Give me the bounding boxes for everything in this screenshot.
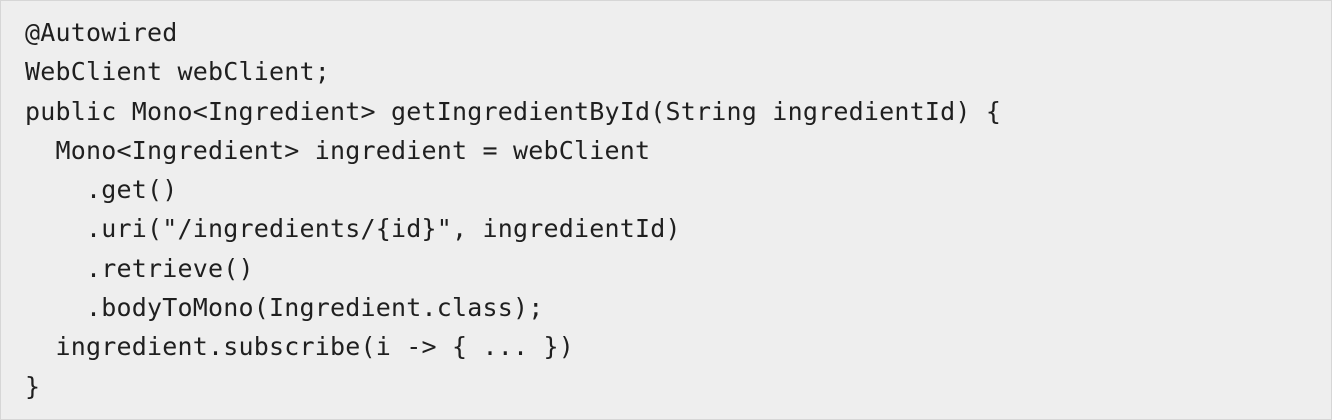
code-line-7: .retrieve() [25,253,254,283]
code-line-2: WebClient webClient; [25,57,331,87]
code-line-6: .uri("/ingredients/{id}", ingredientId) [25,214,681,244]
code-line-3: public Mono<Ingredient> getIngredientByI… [25,96,1002,126]
code-line-1: @Autowired [25,18,178,47]
code-line-5: .get() [25,175,178,205]
code-listing: @Autowired WebClient webClient; public M… [0,0,1332,420]
code-line-4: Mono<Ingredient> ingredient = webClient [25,135,651,165]
code-line-8: .bodyToMono(Ingredient.class); [25,293,544,323]
code-line-10: } [25,371,41,401]
code-line-9: ingredient.subscribe(i -> { ... }) [25,332,575,362]
